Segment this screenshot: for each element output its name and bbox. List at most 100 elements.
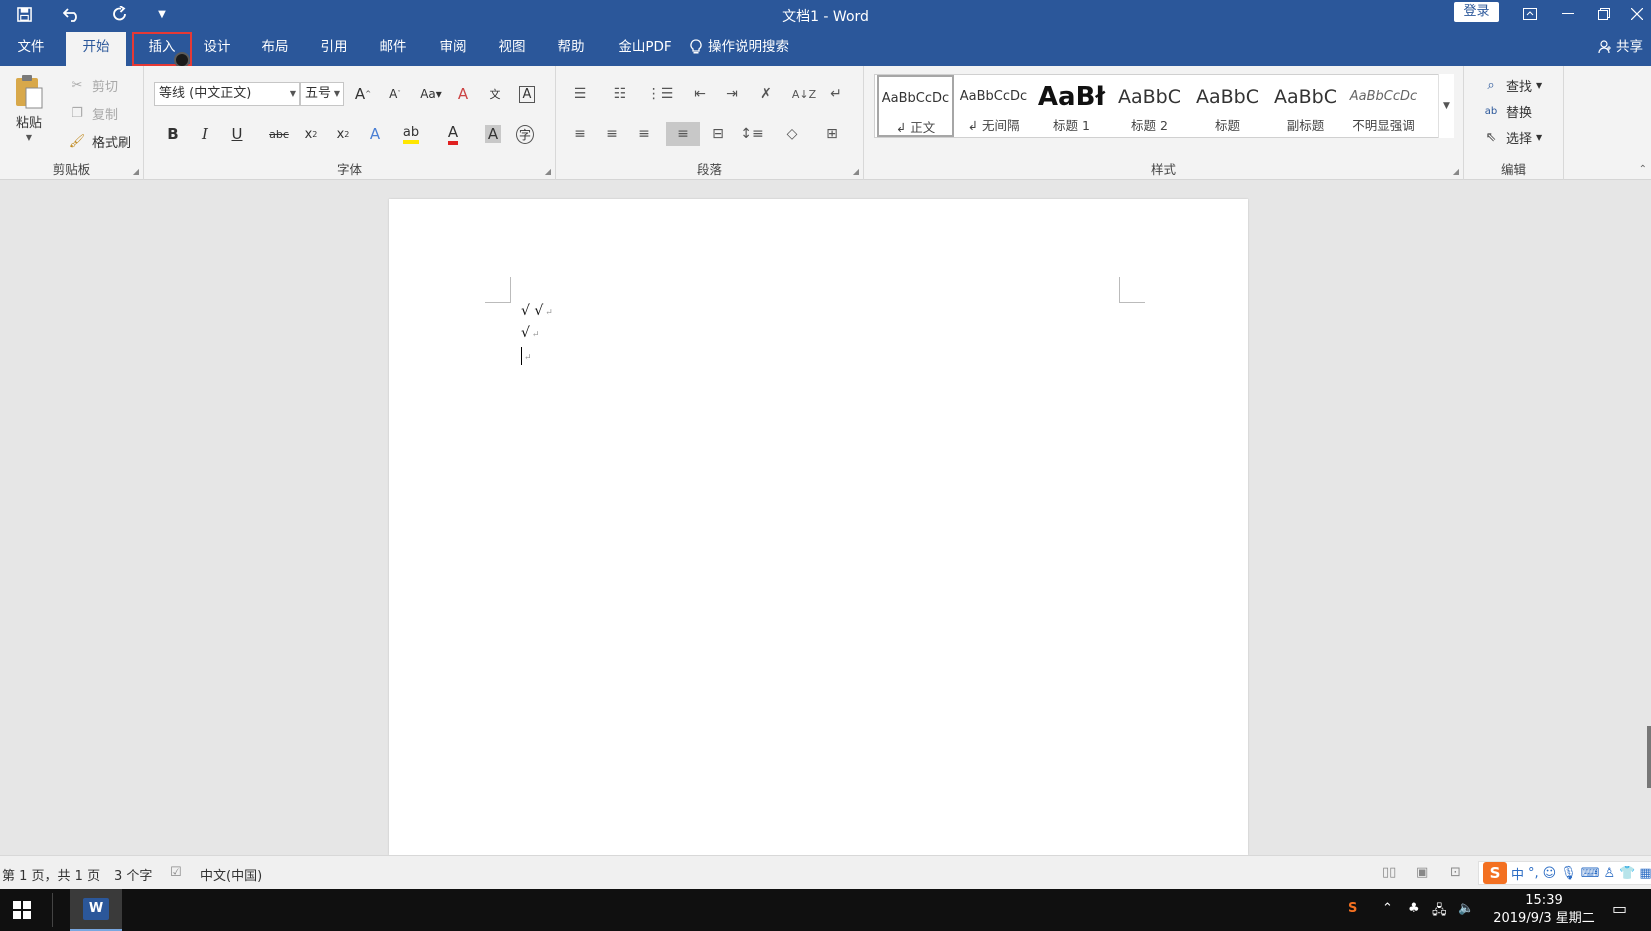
bullets-icon[interactable]: ☰ xyxy=(566,82,594,106)
ribbon-display-options-icon[interactable] xyxy=(1512,0,1548,28)
align-left-icon[interactable]: ≡ xyxy=(566,122,594,146)
document-area[interactable]: √ √ ↵ √ ↵ ↵ xyxy=(0,180,1651,855)
sort-icon[interactable]: A↓Z xyxy=(790,82,818,106)
styles-more-icon[interactable]: ▼ xyxy=(1438,74,1454,138)
tab-home[interactable]: 开始 xyxy=(66,32,126,66)
network-icon[interactable]: 🖧 xyxy=(1432,901,1447,923)
find-button[interactable]: ⌕ 查找 ▼ xyxy=(1480,74,1542,96)
document-page[interactable]: √ √ ↵ √ ↵ ↵ xyxy=(389,199,1248,855)
asian-layout-icon[interactable]: ✗ xyxy=(752,82,780,106)
style-heading-1[interactable]: AaBł 标题 1 xyxy=(1033,75,1110,137)
ime-toolbar[interactable]: S 中 °, ☺ 🎙 ⌨ ♙ 👕 ▦ xyxy=(1478,861,1651,885)
collapse-ribbon-icon[interactable]: ⌃ xyxy=(1639,164,1647,175)
style-title[interactable]: AaBbC 标题 xyxy=(1189,75,1266,137)
decrease-indent-icon[interactable]: ⇤ xyxy=(686,82,714,106)
style-normal[interactable]: AaBbCcDc ↲ 正文 xyxy=(877,75,954,137)
cut-button[interactable]: ✂ 剪切 xyxy=(66,74,118,96)
distributed-icon[interactable]: ⊟ xyxy=(704,122,732,146)
volume-icon[interactable]: 🔈 xyxy=(1458,901,1474,916)
status-bar: 第 1 页，共 1 页 3 个字 ☑ 中文(中国) ▯▯ ▣ ⊡ S 中 °, … xyxy=(0,855,1651,889)
bold-icon[interactable]: B xyxy=(160,122,186,146)
read-mode-icon[interactable]: ▯▯ xyxy=(1382,865,1396,880)
web-layout-icon[interactable]: ⊡ xyxy=(1450,865,1461,880)
character-border-icon[interactable]: A xyxy=(514,82,540,106)
strikethrough-icon[interactable]: abc xyxy=(266,122,292,146)
clear-formatting-icon[interactable]: A xyxy=(450,82,476,106)
style-no-spacing[interactable]: AaBbCcDc ↲ 无间隔 xyxy=(955,75,1032,137)
language-indicator[interactable]: 中文(中国) xyxy=(200,865,262,884)
grow-font-icon[interactable]: A ^ xyxy=(350,82,376,106)
dialog-launcher-icon[interactable]: ◢ xyxy=(133,167,139,176)
tab-view[interactable]: 视图 xyxy=(487,32,537,66)
word-taskbar-button[interactable]: W xyxy=(70,889,122,931)
multilevel-list-icon[interactable]: ⋮☰ xyxy=(646,82,674,106)
subscript-icon[interactable]: x2 xyxy=(298,122,324,146)
tab-design[interactable]: 设计 xyxy=(192,32,242,66)
shading-icon[interactable]: ◇ xyxy=(778,122,806,146)
format-painter-button[interactable]: 🖌 格式刷 xyxy=(66,130,131,152)
word-count[interactable]: 3 个字 xyxy=(114,865,152,884)
style-subtitle[interactable]: AaBbC 副标题 xyxy=(1267,75,1344,137)
sogou-tray-icon[interactable]: S xyxy=(1348,901,1357,916)
close-icon[interactable] xyxy=(1622,0,1651,28)
highlight-color-icon[interactable]: ab xyxy=(398,122,424,146)
tab-mailings[interactable]: 邮件 xyxy=(368,32,418,66)
line-spacing-icon[interactable]: ↕≡ xyxy=(738,122,766,146)
tab-file[interactable]: 文件 xyxy=(6,32,56,66)
dialog-launcher-icon[interactable]: ◢ xyxy=(1453,167,1459,176)
proofing-icon[interactable]: ☑ xyxy=(170,865,182,880)
change-case-icon[interactable]: Aa▾ xyxy=(414,82,448,106)
punctuation-icon: °, xyxy=(1528,865,1539,881)
document-line[interactable]: ↵ xyxy=(521,347,532,365)
style-heading-2[interactable]: AaBbC 标题 2 xyxy=(1111,75,1188,137)
tab-help[interactable]: 帮助 xyxy=(546,32,596,66)
font-name-select[interactable]: 等线 (中文正文) ▼ xyxy=(154,82,300,106)
paste-button[interactable]: 粘贴 ▼ xyxy=(12,74,46,142)
show-marks-icon[interactable]: ↵ xyxy=(822,82,850,106)
chevron-up-icon[interactable]: ⌃ xyxy=(1382,901,1393,916)
notification-icon[interactable]: ▭ xyxy=(1612,899,1627,918)
justify-icon[interactable]: ≡ xyxy=(666,122,700,146)
chevron-down-icon: ▼ xyxy=(289,89,296,98)
page-count[interactable]: 第 1 页，共 1 页 xyxy=(2,865,100,884)
dialog-launcher-icon[interactable]: ◢ xyxy=(853,167,859,176)
dialog-launcher-icon[interactable]: ◢ xyxy=(545,167,551,176)
text-effects-icon[interactable]: A xyxy=(362,122,388,146)
align-center-icon[interactable]: ≡ xyxy=(598,122,626,146)
italic-icon[interactable]: I xyxy=(192,122,218,146)
font-color-icon[interactable]: A xyxy=(440,122,466,146)
clock-time: 15:39 xyxy=(1525,893,1563,908)
phonetic-guide-icon[interactable]: 文 xyxy=(482,82,508,106)
character-shading-icon[interactable]: A xyxy=(480,122,506,146)
style-subtle-emphasis[interactable]: AaBbCcDc 不明显强调 xyxy=(1345,75,1422,137)
borders-icon[interactable]: ⊞ xyxy=(818,122,846,146)
increase-indent-icon[interactable]: ⇥ xyxy=(718,82,746,106)
windows-start-icon[interactable] xyxy=(0,889,44,931)
tab-kingsoft-pdf[interactable]: 金山PDF xyxy=(610,32,680,66)
share-button[interactable]: 共享 xyxy=(1598,32,1643,62)
vertical-scrollbar[interactable] xyxy=(1647,726,1651,788)
numbering-icon[interactable]: ☷ xyxy=(606,82,634,106)
app-tray-icon[interactable]: ♣ xyxy=(1408,901,1420,916)
tab-references[interactable]: 引用 xyxy=(309,32,359,66)
align-right-icon[interactable]: ≡ xyxy=(630,122,658,146)
document-line[interactable]: √ √ ↵ xyxy=(521,303,553,319)
print-layout-icon[interactable]: ▣ xyxy=(1416,865,1428,880)
superscript-icon[interactable]: x2 xyxy=(330,122,356,146)
tell-me-search[interactable]: 操作说明搜索 xyxy=(690,32,789,62)
document-line[interactable]: √ ↵ xyxy=(521,325,539,341)
underline-icon[interactable]: U xyxy=(224,122,250,146)
select-button[interactable]: ⇖ 选择 ▼ xyxy=(1480,126,1543,148)
restore-icon[interactable] xyxy=(1586,0,1622,28)
login-button[interactable]: 登录 xyxy=(1454,2,1499,22)
font-size-select[interactable]: 五号 ▼ xyxy=(300,82,344,106)
taskbar-clock[interactable]: 15:39 2019/9/3 星期二 xyxy=(1488,892,1600,928)
shrink-font-icon[interactable]: Aˇ xyxy=(382,82,408,106)
tab-layout[interactable]: 布局 xyxy=(250,32,300,66)
replace-button[interactable]: ab 替换 xyxy=(1480,100,1532,122)
keyboard-icon: ⌨ xyxy=(1580,865,1600,881)
copy-button[interactable]: ❐ 复制 xyxy=(66,102,118,124)
enclose-characters-icon[interactable]: 字 xyxy=(512,122,538,146)
minimize-icon[interactable] xyxy=(1550,0,1586,28)
tab-review[interactable]: 审阅 xyxy=(428,32,478,66)
